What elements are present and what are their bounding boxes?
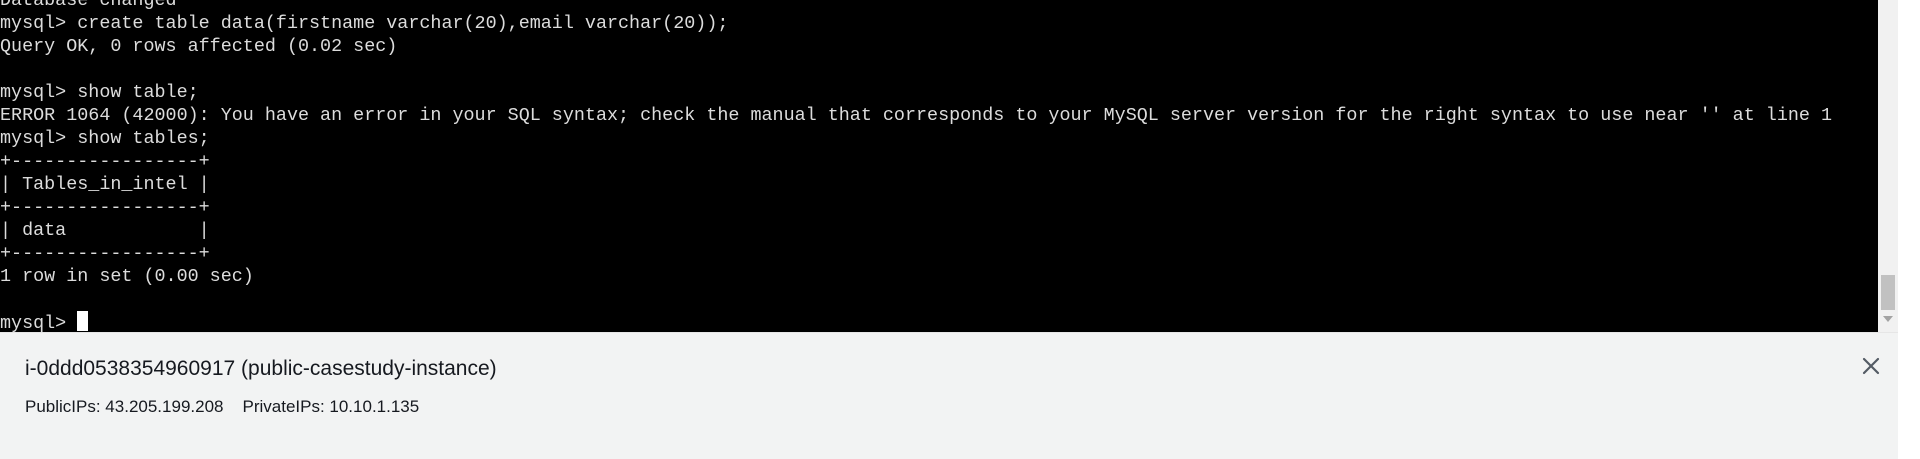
terminal-line: ERROR 1064 (42000): You have an error in… [0, 105, 1833, 126]
instance-info-panel: i-0ddd0538354960917 (public-casestudy-in… [0, 332, 1898, 459]
close-button[interactable] [1858, 353, 1884, 379]
terminal-line: +-----------------+ [0, 243, 210, 264]
public-ips: PublicIPs: 43.205.199.208 [25, 397, 224, 416]
terminal-line: Database changed [0, 0, 177, 11]
terminal-line: mysql> create table data(firstname varch… [0, 13, 729, 34]
terminal-scrollbar[interactable] [1878, 0, 1898, 332]
terminal-prompt-line[interactable]: mysql> [0, 311, 1832, 332]
terminal-line: +-----------------+ [0, 151, 210, 172]
scrollbar-thumb[interactable] [1881, 275, 1895, 310]
terminal-prompt: mysql> [0, 313, 78, 332]
scroll-down-arrow-icon[interactable] [1883, 316, 1893, 322]
window-edge [1898, 0, 1920, 459]
private-ips: PrivateIPs: 10.10.1.135 [242, 397, 420, 416]
instance-ips: PublicIPs: 43.205.199.208 PrivateIPs: 10.… [25, 397, 419, 417]
instance-title: i-0ddd0538354960917 (public-casestudy-in… [25, 357, 497, 380]
terminal-output[interactable]: Database changed mysql> create table dat… [0, 0, 1878, 332]
terminal-line: 1 row in set (0.00 sec) [0, 266, 254, 287]
close-icon [1862, 357, 1880, 375]
terminal-line: +-----------------+ [0, 197, 210, 218]
terminal-line: Query OK, 0 rows affected (0.02 sec) [0, 36, 398, 57]
terminal-cursor [77, 311, 89, 331]
terminal-line: mysql> show table; [0, 82, 199, 103]
terminal-line: | data | [0, 220, 210, 241]
terminal-lines: Database changed mysql> create table dat… [0, 0, 1832, 332]
terminal-line: | Tables_in_intel | [0, 174, 210, 195]
session-manager-window: Database changed mysql> create table dat… [0, 0, 1920, 459]
terminal-line: mysql> show tables; [0, 128, 210, 149]
